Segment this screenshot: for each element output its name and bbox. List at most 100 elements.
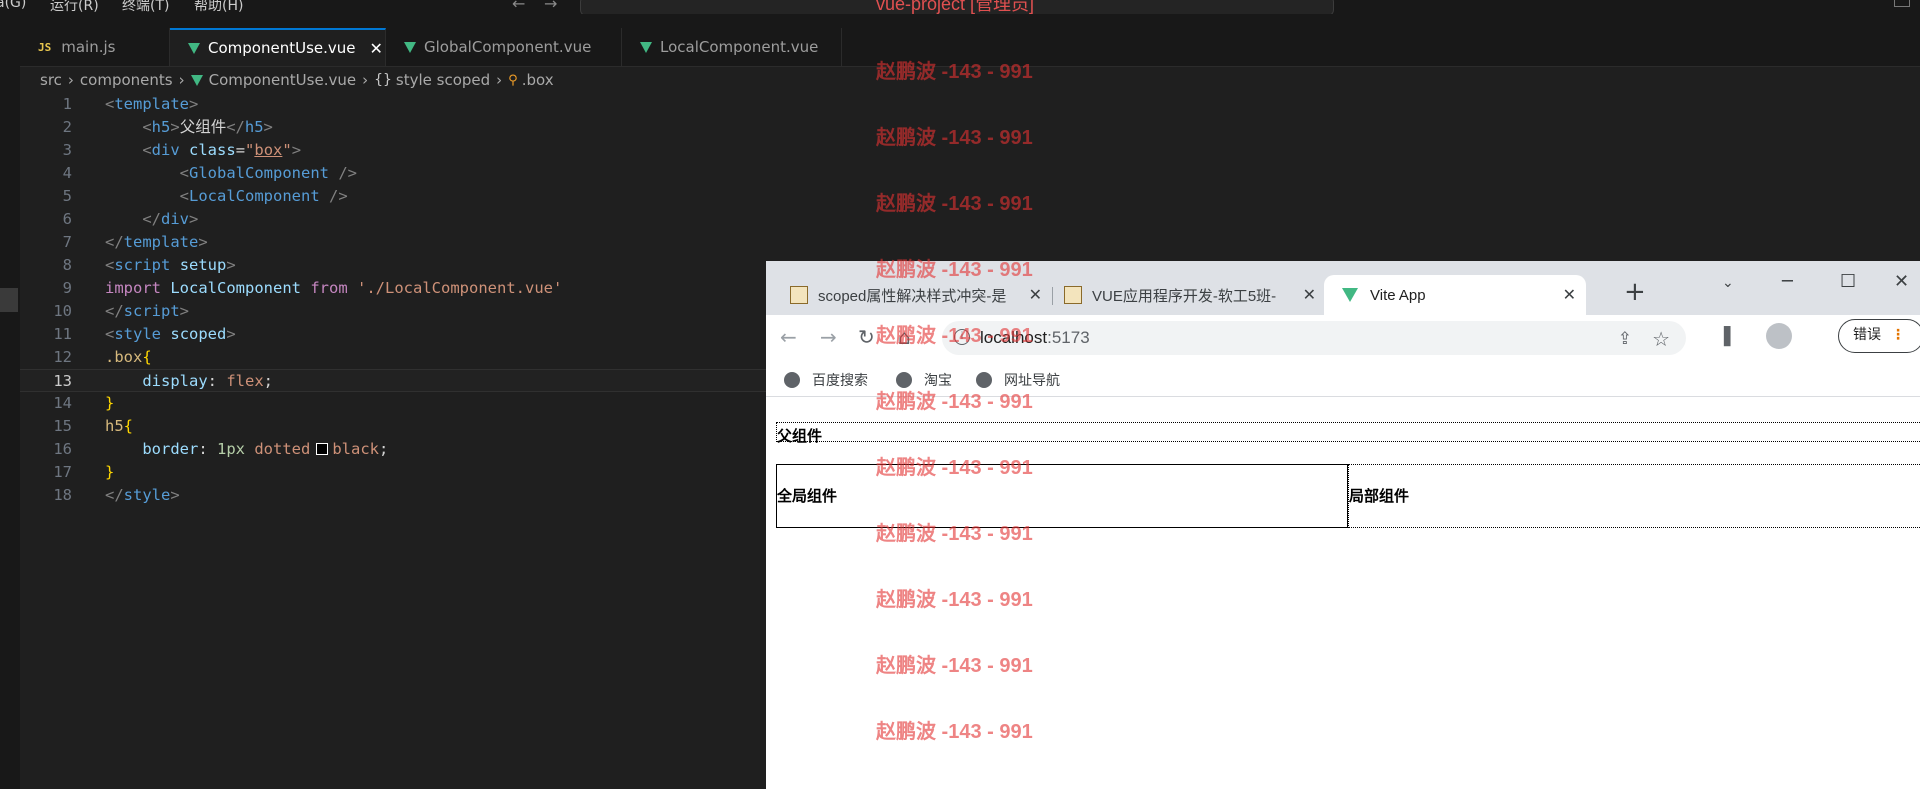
browser-tab-label: scoped属性解决样式冲突-是	[818, 287, 1007, 305]
browser-tab-vite-app[interactable]: Vite App ✕	[1324, 275, 1586, 315]
breadcrumb-components[interactable]: components	[80, 71, 173, 89]
vue-file-icon	[190, 74, 203, 86]
browser-tab-vue-course[interactable]: VUE应用程序开发-软工5班- ✕	[1064, 275, 1326, 315]
code-line: 3 <div class="box">	[62, 141, 302, 159]
menu-bar: a(G) 运行(R) 终端(T) 帮助(H) ← → vue-project […	[0, 0, 1920, 14]
tab-componentuse-vue[interactable]: ComponentUse.vue ✕	[170, 28, 386, 66]
restore-window-icon[interactable]	[1894, 0, 1910, 7]
code-line: 15 h5{	[53, 417, 134, 435]
more-vert-icon: ⋮	[1891, 327, 1905, 343]
global-component: 全局组件	[776, 464, 1348, 528]
watermark-text: 赵鹏波 -143 - 991	[876, 655, 1033, 677]
menu-item-help[interactable]: 帮助(H)	[194, 0, 243, 14]
browser-tab-label: Vite App	[1370, 286, 1426, 304]
code-line: 6 </div>	[62, 210, 199, 228]
bookmark-baidu[interactable]: 百度搜索	[784, 370, 868, 390]
browser-tab-label: VUE应用程序开发-软工5班-	[1092, 287, 1277, 305]
tab-main-js[interactable]: JS main.js	[20, 28, 170, 66]
tab-search-chevron-icon[interactable]: ⌄	[1722, 275, 1734, 291]
bookmark-label: 百度搜索	[812, 373, 868, 389]
vue-file-icon	[188, 42, 200, 54]
side-panel-icon[interactable]: ▌	[1724, 327, 1737, 347]
maximize-icon[interactable]: ☐	[1840, 271, 1856, 292]
braces-icon: {}	[374, 72, 392, 88]
close-icon[interactable]: ✕	[1303, 285, 1316, 305]
new-tab-icon[interactable]: +	[1624, 277, 1646, 307]
tab-label: ComponentUse.vue	[208, 39, 356, 57]
chevron-right-icon: ›	[496, 71, 503, 89]
parent-heading: 父组件	[776, 422, 1920, 445]
activity-bar	[0, 14, 20, 789]
tab-divider	[1052, 287, 1053, 305]
menu-item-go[interactable]: a(G)	[0, 0, 26, 11]
close-window-icon[interactable]: ✕	[1894, 271, 1909, 292]
tab-label: main.js	[61, 38, 116, 56]
watermark-text: 赵鹏波 -143 - 991	[876, 193, 1033, 215]
site-favicon-icon	[1064, 286, 1082, 304]
menu-item-run[interactable]: 运行(R)	[50, 0, 99, 14]
watermark-text: 赵鹏波 -143 - 991	[876, 457, 1033, 479]
tab-globalcomponent-vue[interactable]: GlobalComponent.vue	[386, 28, 622, 66]
watermark-text: 赵鹏波 -143 - 991	[876, 61, 1033, 83]
forward-arrow-icon[interactable]: →	[544, 0, 557, 13]
local-component: 局部组件	[1348, 464, 1920, 528]
tab-label: GlobalComponent.vue	[424, 38, 592, 56]
code-line: 12 .box{	[53, 348, 152, 366]
chevron-right-icon: ›	[178, 71, 185, 89]
code-line: 8 <script setup>	[62, 256, 236, 274]
window-title: vue-project [管理员]	[876, 0, 1035, 14]
address-bar[interactable]: i localhost:5173 ⇪ ☆	[942, 321, 1686, 355]
reload-icon[interactable]: ↻	[858, 325, 875, 349]
breadcrumb-symbol[interactable]: .box	[522, 71, 554, 89]
tab-localcomponent-vue[interactable]: LocalComponent.vue	[622, 28, 842, 66]
symbol-class-icon: ⚲	[508, 72, 518, 88]
error-button[interactable]: 错误 ⋮	[1838, 319, 1920, 353]
code-line: 2 <h5>父组件</h5>	[62, 118, 273, 136]
watermark-text: 赵鹏波 -143 - 991	[876, 721, 1033, 743]
close-icon[interactable]: ✕	[1563, 285, 1576, 305]
code-line: 4 <GlobalComponent />	[62, 164, 357, 182]
menu-item-terminal[interactable]: 终端(T)	[122, 0, 169, 14]
tab-label: LocalComponent.vue	[660, 38, 819, 56]
code-line: 16 border: 1px dotted black;	[53, 440, 389, 458]
code-line: 1 <template>	[62, 95, 199, 113]
vue-logo-icon	[1342, 288, 1358, 302]
chevron-right-icon: ›	[67, 71, 74, 89]
watermark-text: 赵鹏波 -143 - 991	[876, 127, 1033, 149]
watermark-text: 赵鹏波 -143 - 991	[876, 259, 1033, 281]
code-line: 17}	[53, 463, 115, 481]
js-file-icon: JS	[38, 40, 52, 54]
code-line: 9 import LocalComponent from './LocalComp…	[62, 279, 563, 297]
forward-icon[interactable]: →	[820, 325, 837, 349]
share-icon[interactable]: ⇪	[1618, 329, 1632, 349]
profile-avatar[interactable]	[1766, 323, 1792, 349]
breadcrumb-src[interactable]: src	[40, 71, 62, 89]
close-icon[interactable]: ✕	[370, 39, 383, 58]
close-icon[interactable]: ✕	[1029, 285, 1042, 305]
code-line: 10 </script>	[53, 302, 190, 320]
url-port: :5173	[1047, 328, 1090, 347]
code-line: 18 </style>	[53, 486, 180, 504]
breadcrumb: src › components › ComponentUse.vue › {}…	[20, 67, 554, 93]
minimize-icon[interactable]: ─	[1782, 271, 1793, 292]
code-line: 11 <style scoped>	[53, 325, 236, 343]
chevron-right-icon: ›	[362, 71, 369, 89]
breadcrumb-file[interactable]: ComponentUse.vue	[209, 71, 357, 89]
breadcrumb-block[interactable]: style scoped	[396, 71, 490, 89]
back-arrow-icon[interactable]: ←	[512, 0, 525, 13]
watermark-text: 赵鹏波 -143 - 991	[876, 523, 1033, 545]
site-favicon-icon	[790, 286, 808, 304]
globe-icon	[784, 372, 800, 388]
color-swatch[interactable]	[316, 443, 329, 455]
watermark-text: 赵鹏波 -143 - 991	[876, 391, 1033, 413]
code-line-current: 13 display: flex;	[20, 369, 768, 392]
code-line: 5 <LocalComponent />	[62, 187, 348, 205]
back-icon[interactable]: ←	[780, 325, 797, 349]
activity-indicator	[0, 288, 18, 312]
vue-file-icon	[404, 41, 416, 53]
watermark-text: 赵鹏波 -143 - 991	[876, 325, 1033, 347]
code-line: 14}	[53, 394, 115, 412]
star-icon[interactable]: ☆	[1652, 327, 1670, 351]
code-line: 7 </template>	[62, 233, 208, 251]
vue-file-icon	[640, 41, 652, 53]
